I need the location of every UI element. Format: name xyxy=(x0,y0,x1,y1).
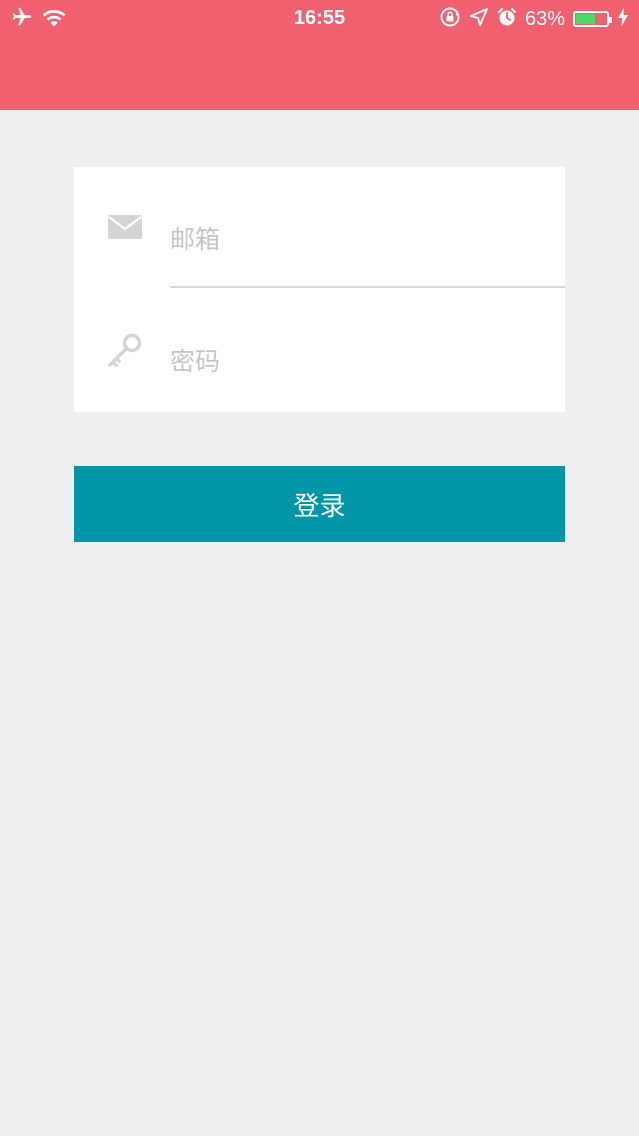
battery-percent: 63% xyxy=(524,7,565,30)
location-icon xyxy=(469,7,489,31)
alarm-icon xyxy=(497,7,517,31)
status-bar: 16:55 63% xyxy=(0,0,639,40)
email-row xyxy=(74,167,565,289)
battery-cap xyxy=(609,17,612,23)
password-row xyxy=(74,289,565,411)
battery-fill xyxy=(576,14,595,24)
header-bar: 16:55 63% xyxy=(0,0,639,110)
login-button[interactable]: 登录 xyxy=(74,466,565,542)
envelope-icon xyxy=(106,212,144,250)
login-form-card xyxy=(74,167,565,412)
rotation-lock-icon xyxy=(439,6,461,32)
field-divider xyxy=(170,286,565,288)
email-input[interactable] xyxy=(170,219,550,259)
password-input[interactable] xyxy=(170,341,550,381)
status-bar-right: 63% xyxy=(439,6,629,32)
key-icon xyxy=(106,332,144,370)
battery-icon xyxy=(573,11,612,27)
charging-icon xyxy=(617,7,629,31)
